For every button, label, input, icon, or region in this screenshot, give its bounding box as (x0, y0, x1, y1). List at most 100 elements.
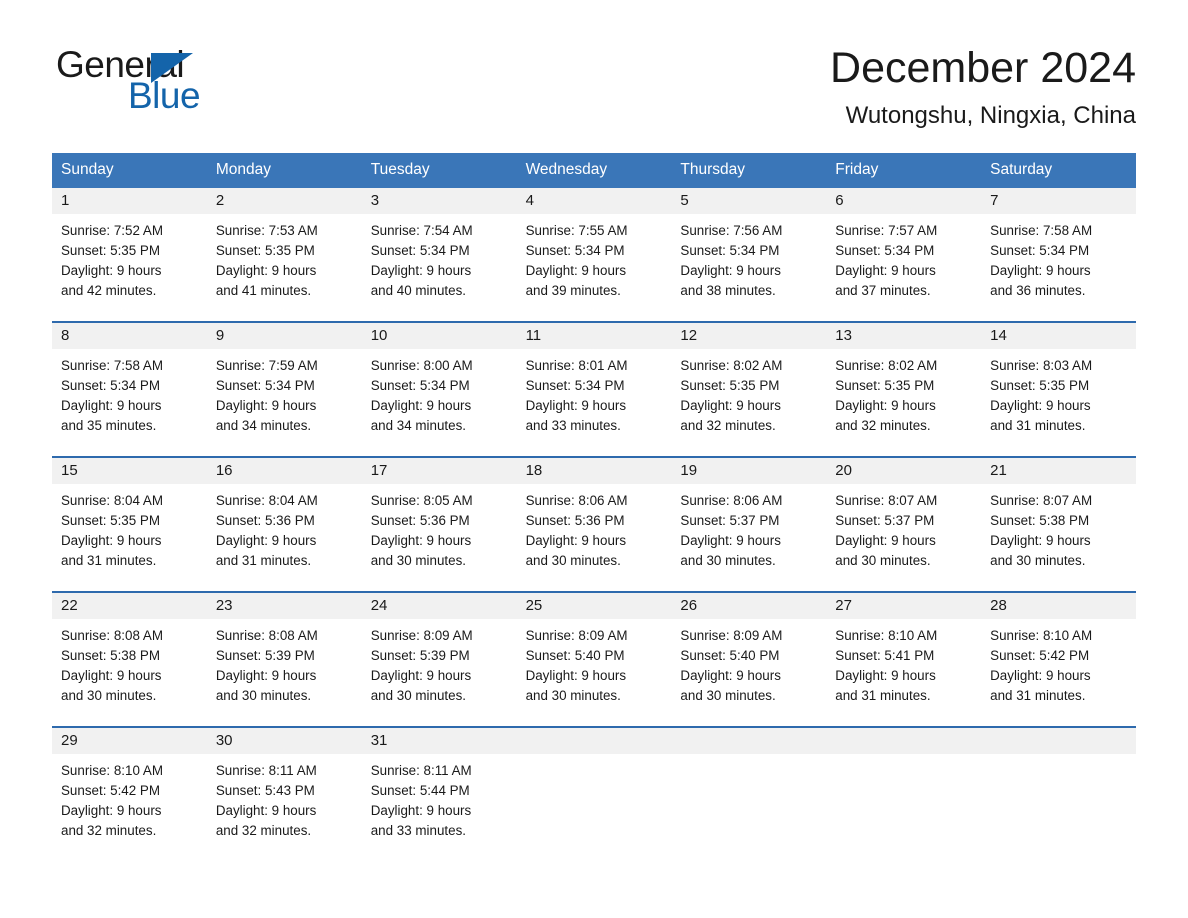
day-details: Sunrise: 8:06 AM Sunset: 5:37 PM Daylight:… (671, 484, 826, 571)
day-number: 16 (206, 458, 362, 485)
day-details: Sunrise: 8:03 AM Sunset: 5:35 PM Daylight:… (981, 349, 1136, 436)
day-cell[interactable]: 18 Sunrise: 8:06 AM Sunset: 5:36 PM Dayligh… (516, 458, 672, 582)
day-cell[interactable]: 16 Sunrise: 8:04 AM Sunset: 5:36 PM Dayligh… (206, 458, 362, 582)
daylight-text-line2: and 41 minutes. (215, 283, 312, 299)
day-cell[interactable]: 5 Sunrise: 7:56 AM Sunset: 5:34 PM Daylight… (671, 188, 827, 312)
sunrise-text: Sunrise: 7:57 AM (835, 223, 938, 239)
day-cell[interactable]: 24 Sunrise: 8:09 AM Sunset: 5:39 PM Dayligh… (361, 593, 517, 717)
day-number: 22 (52, 593, 207, 620)
day-details: Sunrise: 8:09 AM Sunset: 5:40 PM Daylight:… (671, 619, 826, 706)
day-details: Sunrise: 7:53 AM Sunset: 5:35 PM Daylight:… (207, 214, 362, 301)
day-number: 15 (52, 458, 207, 485)
weekday-header-monday: Monday (215, 160, 271, 178)
daylight-text-line2: and 34 minutes. (370, 418, 466, 434)
day-details: Sunrise: 7:58 AM Sunset: 5:34 PM Daylight:… (981, 214, 1136, 301)
sunset-text: Sunset: 5:35 PM (61, 513, 160, 529)
sunrise-text: Sunrise: 8:07 AM (835, 493, 938, 509)
day-number: 12 (671, 323, 827, 350)
day-cell[interactable]: 1 Sunrise: 7:52 AM Sunset: 5:35 PM Daylight… (52, 188, 207, 312)
sunrise-text: Sunrise: 8:09 AM (680, 628, 783, 644)
day-details: Sunrise: 8:11 AM Sunset: 5:44 PM Daylight:… (362, 754, 517, 841)
day-cell[interactable]: 6 Sunrise: 7:57 AM Sunset: 5:34 PM Daylight… (826, 188, 982, 312)
sunset-text: Sunset: 5:35 PM (680, 378, 780, 394)
day-cell[interactable]: 14 Sunrise: 8:03 AM Sunset: 5:35 PM Dayligh… (981, 323, 1136, 447)
day-cell[interactable]: 10 Sunrise: 8:00 AM Sunset: 5:34 PM Dayligh… (361, 323, 517, 447)
day-number: 29 (52, 728, 207, 755)
sunset-text: Sunset: 5:34 PM (525, 378, 625, 394)
day-cell[interactable]: 2 Sunrise: 7:53 AM Sunset: 5:35 PM Daylight… (206, 188, 362, 312)
sunset-text: Sunset: 5:36 PM (215, 513, 315, 529)
day-number: 19 (671, 458, 827, 485)
day-cell[interactable]: 4 Sunrise: 7:55 AM Sunset: 5:34 PM Daylight… (516, 188, 672, 312)
day-cell[interactable]: 26 Sunrise: 8:09 AM Sunset: 5:40 PM Dayligh… (671, 593, 827, 717)
daylight-text-line1: Daylight: 9 hours (61, 263, 162, 279)
day-cell[interactable]: 23 Sunrise: 8:08 AM Sunset: 5:39 PM Dayligh… (206, 593, 362, 717)
daylight-text-line1: Daylight: 9 hours (215, 803, 317, 819)
sunset-text: Sunset: 5:34 PM (680, 243, 780, 259)
daylight-text-line1: Daylight: 9 hours (680, 533, 781, 549)
sunrise-text: Sunrise: 8:08 AM (215, 628, 318, 644)
day-cell[interactable]: 29 Sunrise: 8:10 AM Sunset: 5:42 PM Dayligh… (52, 728, 207, 852)
sunrise-text: Sunrise: 8:10 AM (61, 763, 163, 779)
day-cell[interactable]: 17 Sunrise: 8:05 AM Sunset: 5:36 PM Dayligh… (361, 458, 517, 582)
sunrise-text: Sunrise: 8:06 AM (680, 493, 783, 509)
day-number (671, 728, 827, 755)
day-cell[interactable]: 21 Sunrise: 8:07 AM Sunset: 5:38 PM Dayligh… (981, 458, 1136, 582)
daylight-text-line2: and 33 minutes. (525, 418, 621, 434)
day-cell[interactable]: 20 Sunrise: 8:07 AM Sunset: 5:37 PM Dayligh… (826, 458, 982, 582)
page-title: December 2024 (830, 44, 1136, 92)
day-cell[interactable]: 3 Sunrise: 7:54 AM Sunset: 5:34 PM Daylight… (361, 188, 517, 312)
sunrise-text: Sunrise: 8:01 AM (525, 358, 628, 374)
sunset-text: Sunset: 5:34 PM (215, 378, 315, 394)
daylight-text-line2: and 35 minutes. (61, 418, 157, 434)
day-cell[interactable]: 22 Sunrise: 8:08 AM Sunset: 5:38 PM Dayligh… (52, 593, 207, 717)
sunset-text: Sunset: 5:35 PM (61, 243, 160, 259)
day-cell[interactable]: 28 Sunrise: 8:10 AM Sunset: 5:42 PM Dayligh… (981, 593, 1136, 717)
sunrise-text: Sunrise: 8:05 AM (370, 493, 473, 509)
day-cell[interactable]: 27 Sunrise: 8:10 AM Sunset: 5:41 PM Dayligh… (826, 593, 982, 717)
sunrise-text: Sunrise: 8:02 AM (835, 358, 938, 374)
daylight-text-line1: Daylight: 9 hours (215, 398, 317, 414)
daylight-text-line2: and 33 minutes. (370, 823, 466, 839)
day-details: Sunrise: 8:08 AM Sunset: 5:39 PM Daylight:… (207, 619, 362, 706)
day-number: 31 (361, 728, 517, 755)
daylight-text-line2: and 32 minutes. (215, 823, 312, 839)
location-subtitle: Wutongshu, Ningxia, China (845, 102, 1136, 130)
daylight-text-line2: and 30 minutes. (990, 553, 1086, 569)
day-cell[interactable]: 30 Sunrise: 8:11 AM Sunset: 5:43 PM Dayligh… (206, 728, 362, 852)
day-cell[interactable]: 19 Sunrise: 8:06 AM Sunset: 5:37 PM Dayligh… (671, 458, 827, 582)
day-cell[interactable]: 15 Sunrise: 8:04 AM Sunset: 5:35 PM Dayligh… (52, 458, 207, 582)
sunrise-text: Sunrise: 8:08 AM (61, 628, 163, 644)
sunset-text: Sunset: 5:44 PM (370, 783, 470, 799)
daylight-text-line1: Daylight: 9 hours (370, 533, 472, 549)
daylight-text-line1: Daylight: 9 hours (61, 533, 162, 549)
sunset-text: Sunset: 5:42 PM (990, 648, 1090, 664)
day-cell[interactable]: 8 Sunrise: 7:58 AM Sunset: 5:34 PM Daylight… (52, 323, 207, 447)
sunset-text: Sunset: 5:37 PM (835, 513, 935, 529)
day-number: 7 (981, 188, 1136, 215)
page-header: General Blue December 2024 Wutongshu, Ni… (0, 0, 1188, 130)
sunset-text: Sunset: 5:37 PM (680, 513, 780, 529)
weekday-header-thursday: Thursday (680, 160, 746, 178)
day-number: 24 (361, 593, 517, 620)
day-cell[interactable]: 11 Sunrise: 8:01 AM Sunset: 5:34 PM Dayligh… (516, 323, 672, 447)
sunset-text: Sunset: 5:35 PM (835, 378, 935, 394)
day-cell[interactable]: 12 Sunrise: 8:02 AM Sunset: 5:35 PM Dayligh… (671, 323, 827, 447)
sunset-text: Sunset: 5:43 PM (215, 783, 315, 799)
daylight-text-line1: Daylight: 9 hours (525, 533, 627, 549)
sunrise-text: Sunrise: 7:52 AM (61, 223, 163, 239)
day-cell[interactable]: 9 Sunrise: 7:59 AM Sunset: 5:34 PM Daylight… (206, 323, 362, 447)
day-cell[interactable]: 31 Sunrise: 8:11 AM Sunset: 5:44 PM Dayligh… (361, 728, 517, 852)
sunrise-text: Sunrise: 8:11 AM (215, 763, 317, 779)
daylight-text-line2: and 38 minutes. (680, 283, 776, 299)
day-cell[interactable]: 25 Sunrise: 8:09 AM Sunset: 5:40 PM Dayligh… (516, 593, 672, 717)
sunrise-text: Sunrise: 7:56 AM (680, 223, 783, 239)
day-number: 20 (826, 458, 982, 485)
day-cell[interactable]: 13 Sunrise: 8:02 AM Sunset: 5:35 PM Dayligh… (826, 323, 982, 447)
day-cell-empty (981, 728, 1136, 852)
day-cell-empty (826, 728, 982, 852)
day-details: Sunrise: 7:56 AM Sunset: 5:34 PM Daylight:… (671, 214, 826, 301)
daylight-text-line1: Daylight: 9 hours (990, 398, 1091, 414)
day-cell[interactable]: 7 Sunrise: 7:58 AM Sunset: 5:34 PM Daylight… (981, 188, 1136, 312)
day-details: Sunrise: 8:07 AM Sunset: 5:37 PM Daylight:… (826, 484, 981, 571)
